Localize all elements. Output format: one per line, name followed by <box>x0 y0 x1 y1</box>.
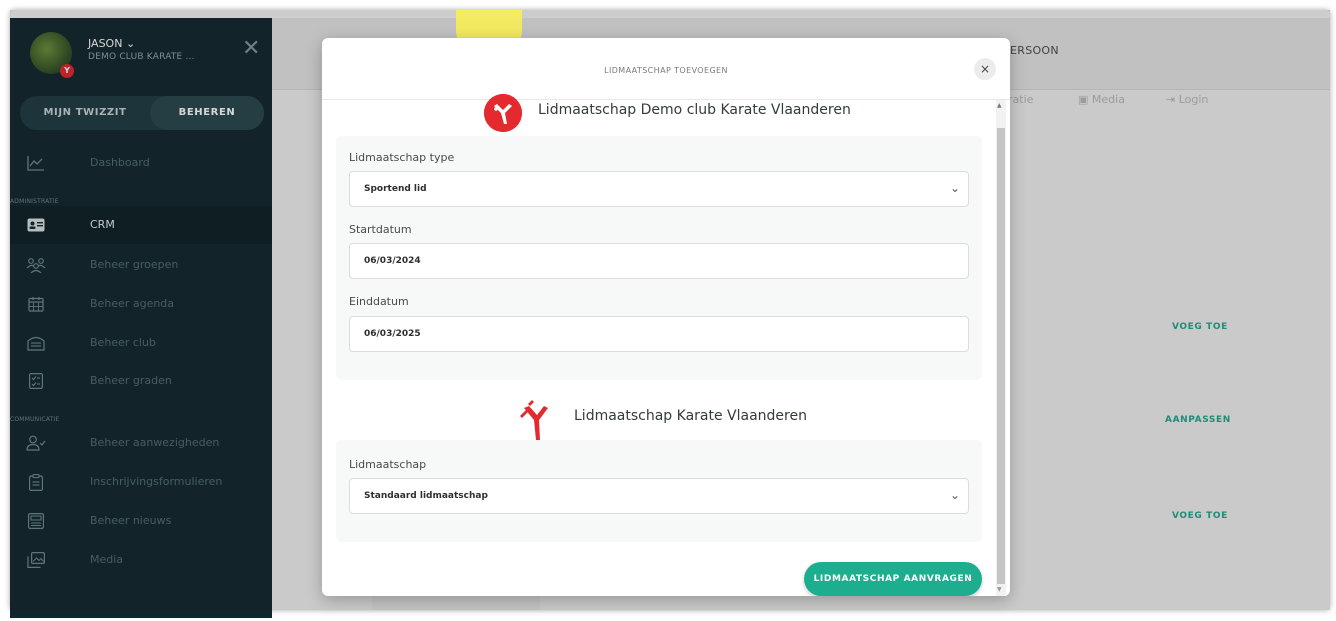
sidebar-item-beheer-nieuws[interactable]: Beheer nieuws <box>10 502 272 540</box>
sidebar-item-label: Beheer agenda <box>90 297 175 310</box>
chevron-down-icon: ⌄ <box>949 181 960 195</box>
membership-type-select[interactable]: Sportend lid ⌄ <box>349 171 969 207</box>
checklist-icon <box>26 371 46 391</box>
membership-label: Lidmaatschap <box>349 458 427 471</box>
sidebar-item-label: CRM <box>90 218 115 231</box>
club-membership-title: Lidmaatschap Demo club Karate Vlaanderen <box>538 102 851 118</box>
newspaper-icon <box>26 511 46 531</box>
chevron-down-icon: ⌄ <box>949 488 960 502</box>
federation-logo-icon <box>518 398 558 442</box>
calendar-icon <box>26 294 46 314</box>
request-membership-button[interactable]: LIDMAATSCHAP AANVRAGEN <box>804 562 982 596</box>
sidebar-item-label: Dashboard <box>90 156 150 169</box>
sidebar-item-label: Media <box>90 553 124 566</box>
end-date-input[interactable]: 06/03/2025 <box>349 316 969 352</box>
sidebar-item-beheer-agenda[interactable]: Beheer agenda <box>10 285 272 323</box>
end-date-value: 06/03/2025 <box>364 329 421 339</box>
start-date-label: Startdatum <box>349 223 412 236</box>
user-check-icon <box>26 433 46 453</box>
sidebar-item-crm[interactable]: CRM <box>10 206 272 244</box>
sidebar-item-beheer-club[interactable]: Beheer club <box>10 324 272 362</box>
sidebar-item-beheer-aanwezigheden[interactable]: Beheer aanwezigheden <box>10 424 272 462</box>
chart-line-icon <box>26 153 46 173</box>
login-icon: ⇥ <box>1166 93 1176 106</box>
membership-type-label: Lidmaatschap type <box>349 151 455 164</box>
club-logo-icon: Y <box>60 64 74 78</box>
scroll-down-icon[interactable]: ▼ <box>997 586 1002 593</box>
section-title-communicatie: COMMUNICATIE <box>10 416 60 423</box>
sidebar-item-label: Beheer nieuws <box>90 514 172 527</box>
scroll-up-icon[interactable]: ▲ <box>997 102 1002 109</box>
club-logo-icon <box>484 94 522 132</box>
page-heading-fragment: ERSOON <box>1010 44 1059 57</box>
start-date-value: 06/03/2024 <box>364 256 421 266</box>
modal-header: LIDMAATSCHAP TOEVOEGEN × <box>322 38 1010 100</box>
membership-value: Standaard lidmaatschap <box>364 491 488 501</box>
modal-title: LIDMAATSCHAP TOEVOEGEN <box>604 66 728 75</box>
images-icon <box>26 550 46 570</box>
sidebar-item-label: Beheer club <box>90 336 156 349</box>
user-club: DEMO CLUB KARATE ... <box>88 52 195 62</box>
sidebar-item-label: Beheer graden <box>90 374 172 387</box>
add-membership-modal: LIDMAATSCHAP TOEVOEGEN × Lidmaatschap De… <box>322 38 1010 596</box>
sidebar-item-media[interactable]: Media <box>10 541 272 579</box>
clipboard-icon <box>26 472 46 492</box>
tab-mijn-twizzit[interactable]: MIJN TWIZZIT <box>20 96 150 130</box>
sidebar: Y JASON ⌄ DEMO CLUB KARATE ... ✕ MIJN TW… <box>10 18 272 618</box>
user-name: JASON ⌄ <box>88 37 136 50</box>
sidebar-item-label: Beheer groepen <box>90 258 179 271</box>
section-title-administratie: ADMINISTRATIE <box>10 198 59 205</box>
submenu-item-administratie[interactable]: ratie <box>1008 93 1033 106</box>
sidebar-item-dashboard[interactable]: Dashboard <box>10 144 272 182</box>
sidebar-item-beheer-graden[interactable]: Beheer graden <box>10 362 272 400</box>
close-icon[interactable]: ✕ <box>242 38 260 60</box>
end-date-label: Einddatum <box>349 295 409 308</box>
building-icon <box>26 333 46 353</box>
submenu-item-media[interactable]: ▣ Media <box>1078 93 1125 106</box>
id-card-icon <box>26 215 46 235</box>
membership-type-value: Sportend lid <box>364 184 427 194</box>
sidebar-item-beheer-groepen[interactable]: Beheer groepen <box>10 246 272 284</box>
sidebar-tabs: MIJN TWIZZIT BEHEREN <box>20 96 264 130</box>
scrollbar-thumb[interactable] <box>997 128 1005 584</box>
sidebar-item-label: Inschrijvingsformulieren <box>90 475 223 488</box>
federation-membership-title: Lidmaatschap Karate Vlaanderen <box>574 408 807 424</box>
close-button[interactable]: × <box>974 58 996 80</box>
add-button[interactable]: VOEG TOE <box>1172 322 1228 332</box>
images-icon: ▣ <box>1078 93 1089 106</box>
submenu-item-label: Login <box>1178 93 1209 106</box>
submenu-item-login[interactable]: ⇥ Login <box>1166 93 1208 106</box>
edit-button[interactable]: AANPASSEN <box>1165 415 1231 425</box>
sidebar-item-inschrijvingsformulieren[interactable]: Inschrijvingsformulieren <box>10 463 272 501</box>
membership-select[interactable]: Standaard lidmaatschap ⌄ <box>349 478 969 514</box>
add-button[interactable]: VOEG TOE <box>1172 511 1228 521</box>
submenu-item-label: Media <box>1091 93 1125 106</box>
sidebar-item-label: Beheer aanwezigheden <box>90 436 220 449</box>
start-date-input[interactable]: 06/03/2024 <box>349 243 969 279</box>
users-group-icon <box>26 255 46 275</box>
user-menu[interactable]: Y JASON ⌄ DEMO CLUB KARATE ... ✕ <box>10 18 272 88</box>
tab-beheren[interactable]: BEHEREN <box>150 96 264 130</box>
